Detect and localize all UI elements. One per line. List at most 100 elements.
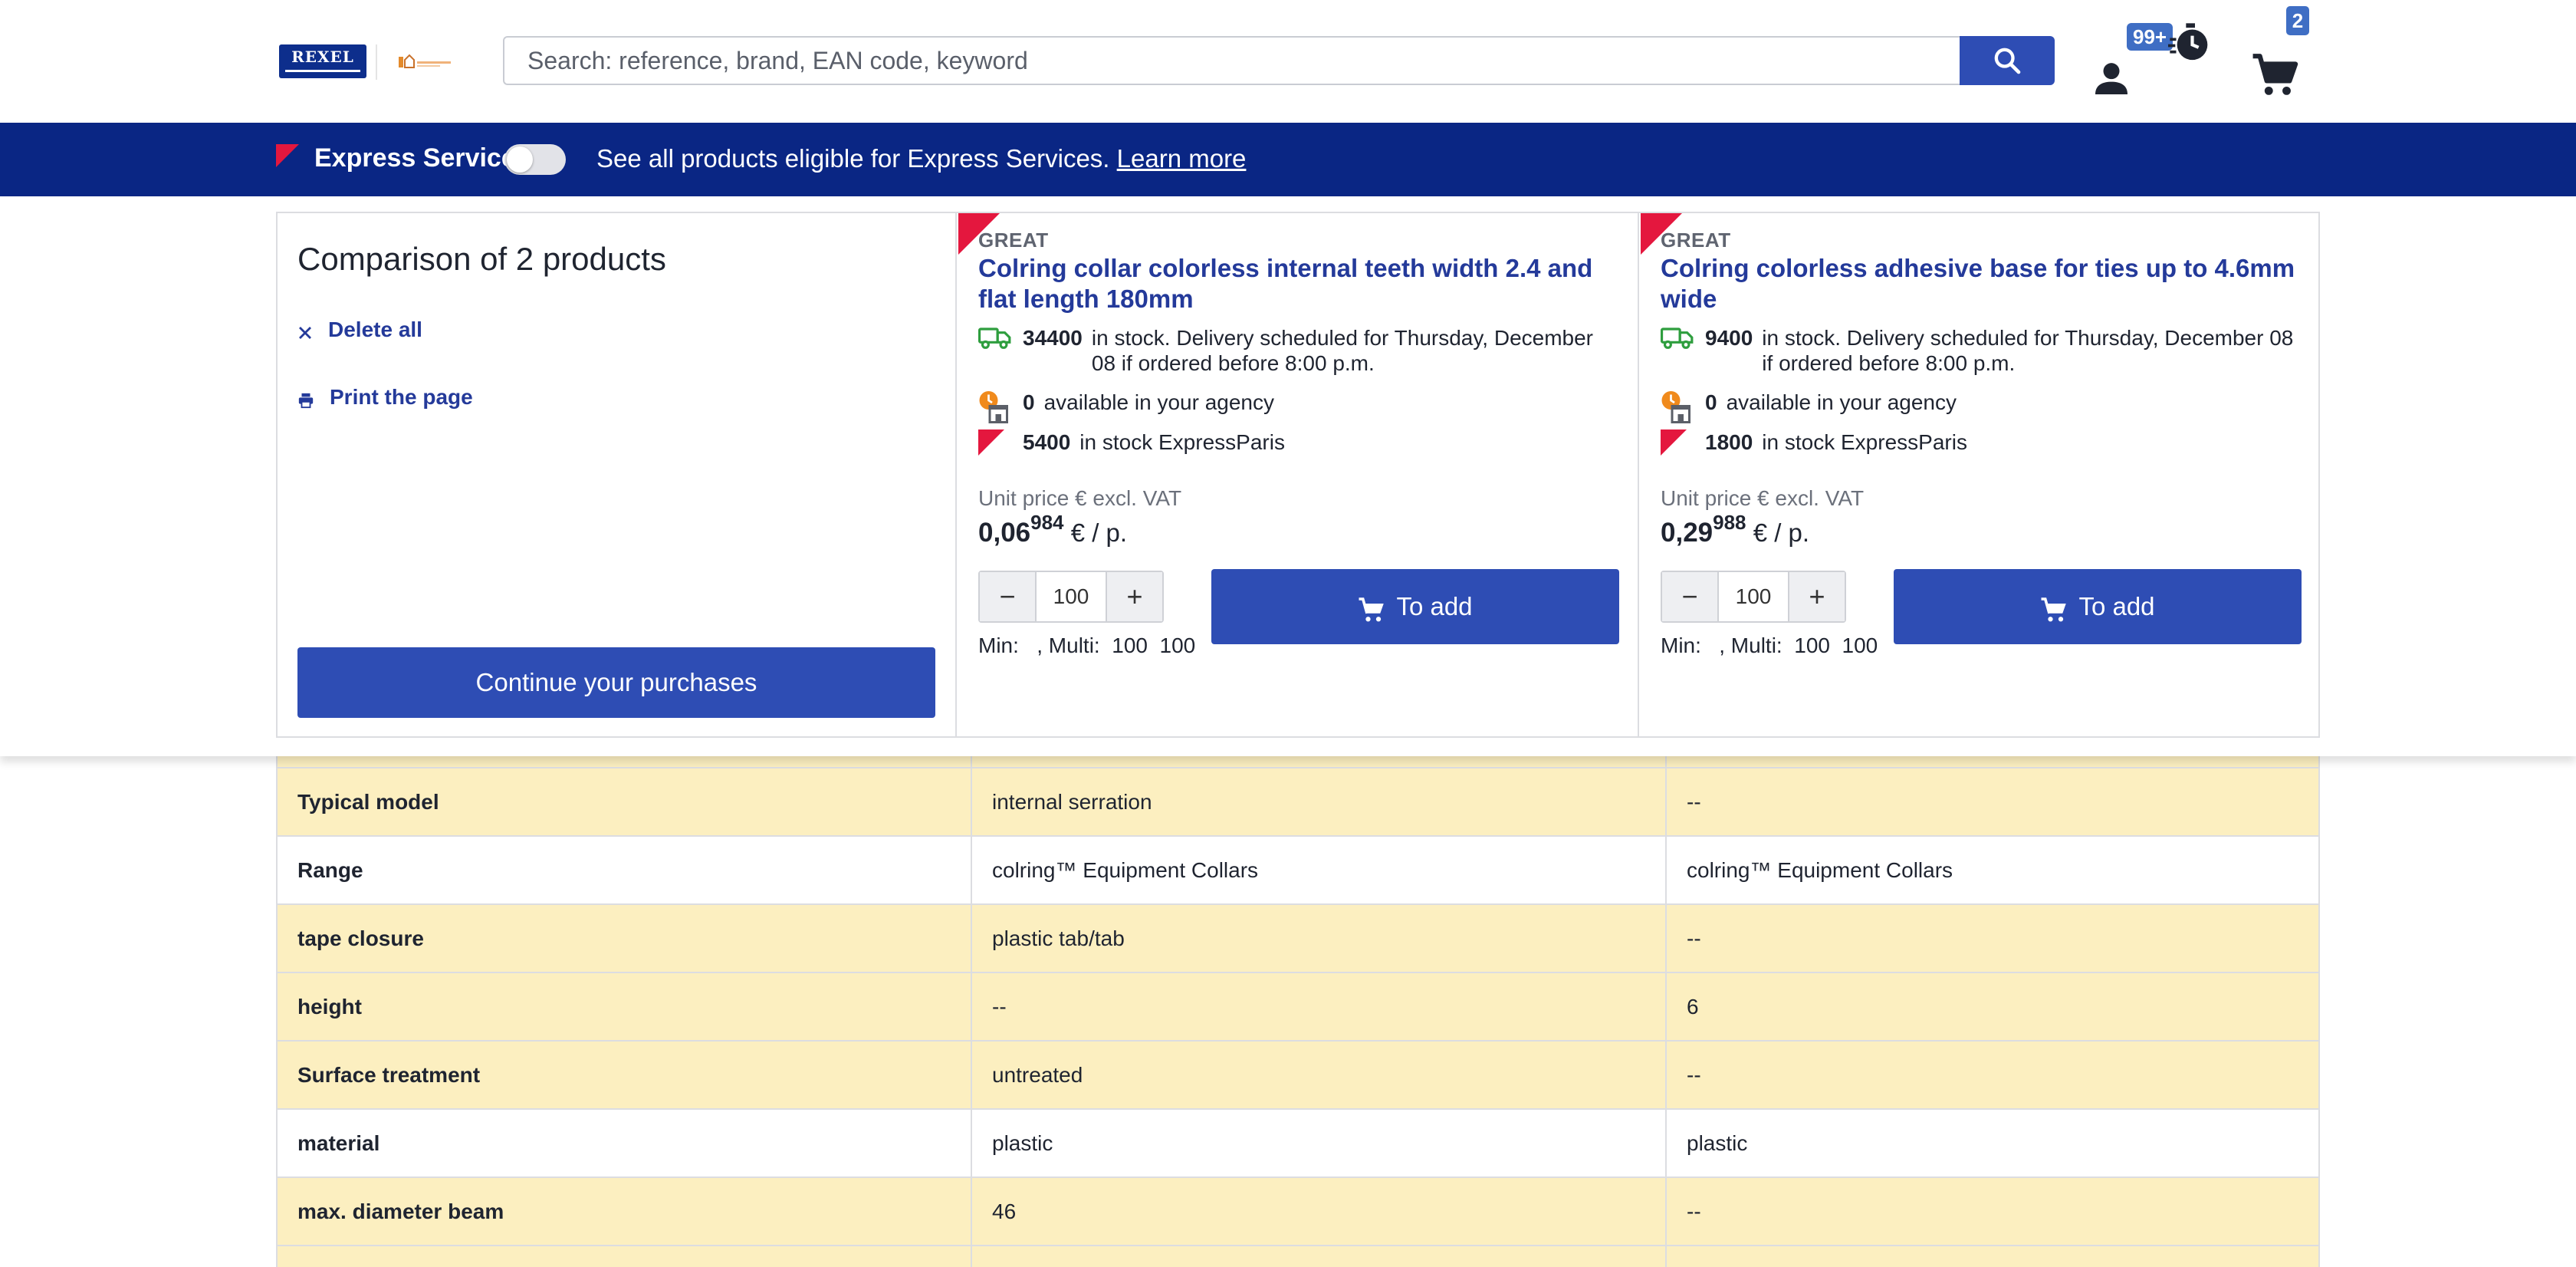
delivery-stock-row: 34400 in stock. Delivery scheduled for T… [978,325,1622,376]
close-icon [299,327,311,339]
comparison-summary: Comparison of 2 products Delete all Prin… [278,213,957,736]
express-service-bar: Express Service See all products eligibl… [0,123,2576,196]
delivery-quantity: 34400 [1023,326,1083,350]
decrease-quantity-button[interactable]: − [980,572,1035,621]
cart-icon [2041,597,2067,622]
product-1-value-cell: plastic [971,1108,1667,1178]
quantity-stepper: − 100 + [978,571,1164,623]
delivery-text: in stock. Delivery scheduled for Thursda… [1762,326,2294,375]
express-flag-icon [276,144,299,167]
quantity-value[interactable]: 100 [1035,572,1107,621]
product-label: GREAT [978,229,1049,252]
continue-purchases-button[interactable]: Continue your purchases [297,647,935,718]
store-clock-icon [978,390,1012,423]
table-row: height -- 6 [276,972,2320,1042]
agency-stock-row: 0 available in your agency [1661,390,1957,423]
express-quantity: 5400 [1023,430,1071,454]
increase-quantity-button[interactable]: + [1107,572,1162,621]
unit-price-label: Unit price € excl. VAT [1661,486,1865,510]
search-input[interactable] [503,36,1961,85]
product-1-value-cell: colring™ Equipment Collars [971,835,1667,905]
product-name-link[interactable]: Colring collar colorless internal teeth … [978,253,1622,314]
delete-all-label: Delete all [328,318,422,341]
print-page-label: Print the page [330,385,473,409]
product-1-value-cell: -- [971,972,1667,1042]
express-stock-row: 5400 in stock ExpressParis [978,429,1285,460]
cart-icon [1359,597,1385,622]
express-flag-icon [1661,429,1694,460]
product-card-2: GREAT Colring colorless adhesive base fo… [1641,213,2318,736]
search-button[interactable] [1960,36,2055,85]
express-quantity: 1800 [1705,430,1753,454]
min-multi-info: Min: , Multi: 100 100 [1661,634,1878,657]
spec-name-cell: max. diameter beam [276,1176,972,1246]
unit-price-label: Unit price € excl. VAT [978,486,1182,510]
table-row [276,1245,2320,1267]
cart-icon[interactable] [2249,52,2300,100]
truck-icon [1661,325,1694,356]
agency-quantity: 0 [1705,390,1717,414]
print-page-button[interactable]: Print the page [297,385,473,410]
quantity-value[interactable]: 100 [1717,572,1789,621]
product-1-value-cell: internal serration [971,767,1667,837]
comparison-title: Comparison of 2 products [297,241,666,277]
product-2-value-cell: 6 [1665,972,2320,1042]
express-service-toggle[interactable] [504,144,566,175]
table-row: Surface treatment untreated -- [276,1040,2320,1110]
product-2-value-cell: colring™ Equipment Collars [1665,835,2320,905]
learn-more-link[interactable]: Learn more [1117,144,1247,173]
agency-stock-row: 0 available in your agency [978,390,1274,423]
quantity-stepper: − 100 + [1661,571,1846,623]
express-stock-row: 1800 in stock ExpressParis [1661,429,1967,460]
min-multi-info: Min: , Multi: 100 100 [978,634,1196,657]
spec-name-cell: height [276,972,972,1042]
table-row: max. diameter beam 46 -- [276,1176,2320,1246]
product-label: GREAT [1661,229,1731,252]
table-row: material plastic plastic [276,1108,2320,1178]
spec-name-cell: material [276,1108,972,1178]
rexel-logo[interactable]: REXEL [279,44,366,78]
express-flag-icon [978,429,1012,460]
add-to-cart-button[interactable]: To add [1894,569,2302,644]
partner-logo [399,54,451,68]
table-row: tape closure plastic tab/tab -- [276,903,2320,973]
express-info-text: See all products eligible for Express Se… [596,144,1247,173]
delivery-quantity: 9400 [1705,326,1753,350]
site-header: REXEL 99+ 2 [0,0,2576,123]
timer-icon[interactable] [2168,21,2211,64]
product-2-value-cell: -- [1665,1176,2320,1246]
comparison-box: Comparison of 2 products Delete all Prin… [276,212,2320,738]
table-row: Typical model internal serration -- [276,767,2320,837]
product-2-value-cell: -- [1665,903,2320,973]
delivery-stock-row: 9400 in stock. Delivery scheduled for Th… [1661,325,2305,376]
increase-quantity-button[interactable]: + [1789,572,1845,621]
product-2-value-cell: plastic [1665,1108,2320,1178]
product-1-value-cell: untreated [971,1040,1667,1110]
product-2-value-cell: -- [1665,767,2320,837]
product-card-1: GREAT Colring collar colorless internal … [958,213,1639,736]
search-icon [1994,48,2021,74]
add-to-cart-button[interactable]: To add [1211,569,1619,644]
table-row: Range colring™ Equipment Collars colring™ … [276,835,2320,905]
spec-name-cell: Typical model [276,767,972,837]
product-2-value-cell: -- [1665,1040,2320,1110]
express-text: in stock ExpressParis [1762,430,1967,454]
decrease-quantity-button[interactable]: − [1662,572,1717,621]
spec-name-cell: Range [276,835,972,905]
truck-icon [978,325,1012,356]
user-icon[interactable] [2090,55,2133,101]
express-service-label: Express Service [314,143,516,173]
agency-text: available in your agency [1726,390,1957,414]
unit-price: 0,06984 € / p. [978,511,1128,548]
product-name-link[interactable]: Colring colorless adhesive base for ties… [1661,253,2305,314]
agency-quantity: 0 [1023,390,1035,414]
product-1-value-cell: 46 [971,1176,1667,1246]
delete-all-button[interactable]: Delete all [297,318,422,342]
delivery-text: in stock. Delivery scheduled for Thursda… [1091,326,1594,375]
store-clock-icon [1661,390,1694,423]
cart-badge: 2 [2286,6,2309,35]
spec-name-cell: Surface treatment [276,1040,972,1110]
spec-name-cell: tape closure [276,903,972,973]
print-icon [298,393,314,409]
logo-divider [376,44,377,80]
